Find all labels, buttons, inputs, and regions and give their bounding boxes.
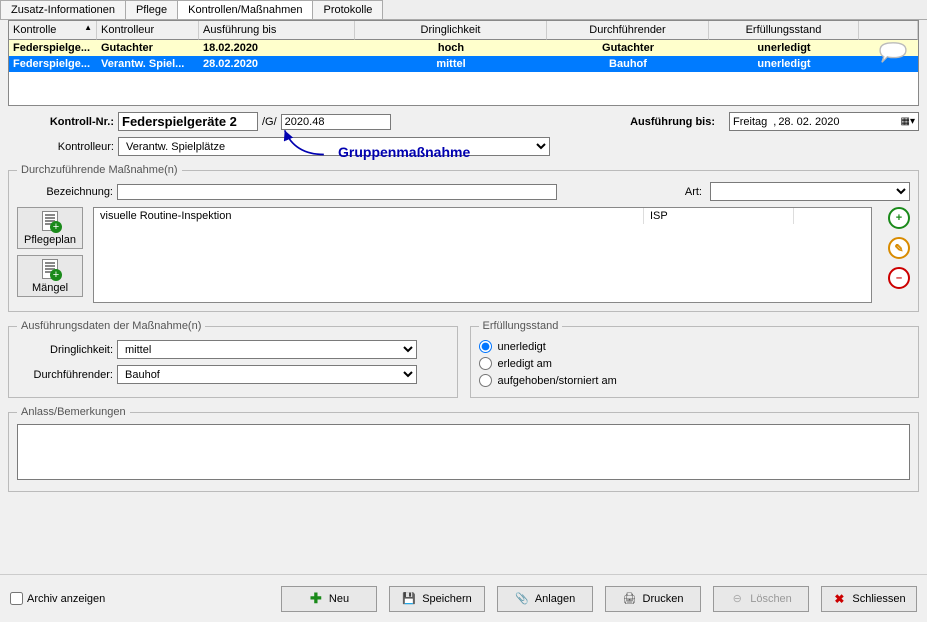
bottom-bar: Archiv anzeigen ✚Neu 💾Speichern 📎Anlagen… — [0, 574, 927, 622]
fieldset-remarks: Anlass/Bemerkungen — [8, 406, 919, 492]
save-icon: 💾 — [402, 592, 416, 606]
neu-button[interactable]: ✚Neu — [281, 586, 377, 612]
clipboard-icon: + — [38, 211, 62, 233]
tab-pflege[interactable]: Pflege — [125, 0, 178, 19]
label-durchfuehrender: Durchführender: — [17, 369, 117, 381]
printer-icon: 🖨 — [623, 592, 637, 606]
loeschen-button[interactable]: ⊖Löschen — [713, 586, 809, 612]
bezeichnung-input[interactable] — [117, 184, 557, 200]
paperclip-icon: 📎 — [515, 592, 529, 606]
anlagen-button[interactable]: 📎Anlagen — [497, 586, 593, 612]
maint-grid[interactable]: visuelle Routine-Inspektion ISP — [93, 207, 872, 303]
label-ausfuehrung-bis: Ausführung bis: — [630, 116, 719, 128]
label-kontrolleur: Kontrolleur: — [8, 141, 118, 153]
radio-erledigt[interactable] — [479, 357, 492, 370]
pflegeplan-button[interactable]: + Pflegeplan — [17, 207, 83, 249]
col-dringlichkeit[interactable]: Dringlichkeit — [355, 21, 547, 40]
col-kontrolle[interactable]: Kontrolle▲ — [9, 21, 97, 40]
durchfuehrender-select[interactable]: Bauhof — [117, 365, 417, 384]
radio-unerledigt[interactable] — [479, 340, 492, 353]
edit-maint-button[interactable]: ✎ — [888, 237, 910, 259]
sort-asc-icon: ▲ — [84, 23, 92, 32]
fieldset-maint: Durchzuführende Maßnahme(n) Bezeichnung:… — [8, 164, 919, 312]
plus-icon: ✚ — [309, 592, 323, 606]
label-bezeichnung: Bezeichnung: — [17, 186, 117, 198]
fieldset-status: Erfüllungsstand unerledigt erledigt am a… — [470, 320, 920, 398]
remarks-textarea[interactable] — [17, 424, 910, 480]
col-erfuellung[interactable]: Erfüllungsstand — [709, 21, 859, 40]
maengel-button[interactable]: + Mängel — [17, 255, 83, 297]
delete-maint-button[interactable]: – — [888, 267, 910, 289]
comment-icon[interactable] — [878, 41, 908, 65]
col-durchfuehrender[interactable]: Durchführender — [547, 21, 709, 40]
col-kontrolleur[interactable]: Kontrolleur — [97, 21, 199, 40]
label-art: Art: — [685, 186, 706, 198]
tab-zusatz[interactable]: Zusatz-Informationen — [0, 0, 126, 19]
archive-checkbox[interactable]: Archiv anzeigen — [10, 592, 105, 605]
table-row[interactable]: Federspielge... Verantw. Spiel... 28.02.… — [9, 56, 918, 72]
dringlichkeit-select[interactable]: mittel — [117, 340, 417, 359]
tab-kontrollen[interactable]: Kontrollen/Maßnahmen — [177, 0, 313, 19]
table-row[interactable]: Federspielge... Gutachter 18.02.2020 hoc… — [9, 40, 918, 56]
label-kontrollnr: Kontroll-Nr.: — [8, 116, 118, 128]
art-select[interactable] — [710, 182, 910, 201]
add-maint-button[interactable]: + — [888, 207, 910, 229]
fieldset-exec: Ausführungsdaten der Maßnahme(n) Dringli… — [8, 320, 458, 398]
col-ausfuehrung[interactable]: Ausführung bis — [199, 21, 355, 40]
radio-storniert[interactable] — [479, 374, 492, 387]
list-item[interactable]: visuelle Routine-Inspektion ISP — [94, 208, 871, 224]
annotation-arrow-icon — [278, 122, 328, 162]
kontrollnr-field[interactable] — [118, 112, 258, 131]
tab-bar: Zusatz-Informationen Pflege Kontrollen/M… — [0, 0, 927, 20]
minus-icon: ⊖ — [730, 592, 744, 606]
schliessen-button[interactable]: ✖Schliessen — [821, 586, 917, 612]
speichern-button[interactable]: 💾Speichern — [389, 586, 485, 612]
clipboard-icon: + — [38, 259, 62, 281]
calendar-icon[interactable]: ▦▾ — [901, 116, 915, 127]
label-dringlichkeit: Dringlichkeit: — [17, 344, 117, 356]
drucken-button[interactable]: 🖨Drucken — [605, 586, 701, 612]
tab-protokolle[interactable]: Protokolle — [312, 0, 383, 19]
kontrolleur-select[interactable]: Verantw. Spielplätze — [118, 137, 550, 156]
grid: Kontrolle▲ Kontrolleur Ausführung bis Dr… — [8, 20, 919, 106]
annotation-label: Gruppenmaßnahme — [338, 144, 470, 160]
close-icon: ✖ — [832, 592, 846, 606]
date-picker[interactable]: Freitag , 28. 02. 2020 ▦▾ — [729, 112, 919, 131]
